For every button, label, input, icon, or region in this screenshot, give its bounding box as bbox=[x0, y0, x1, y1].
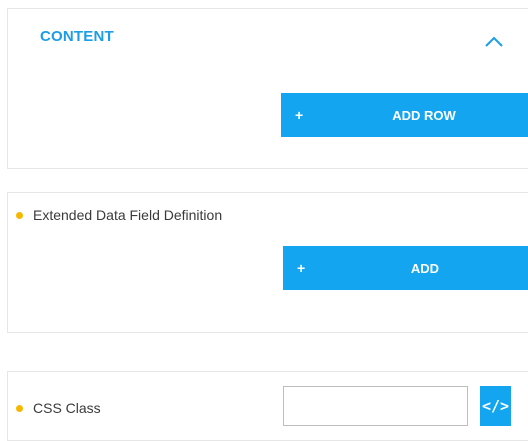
add-row-button[interactable]: + ADD ROW bbox=[281, 93, 528, 137]
required-dot-icon bbox=[16, 404, 23, 412]
code-icon: </> bbox=[481, 397, 510, 415]
code-editor-button[interactable]: </> bbox=[480, 386, 511, 426]
add-button-label: ADD bbox=[410, 260, 440, 276]
chevron-up-icon bbox=[485, 36, 503, 47]
add-row-button-label: ADD ROW bbox=[392, 107, 456, 123]
content-panel: CONTENT + ADD ROW bbox=[7, 8, 528, 169]
required-dot-icon bbox=[16, 211, 23, 219]
css-class-input[interactable] bbox=[283, 386, 468, 426]
content-section-title: CONTENT bbox=[40, 28, 114, 45]
extended-data-field-row: Extended Data Field Definition bbox=[16, 205, 222, 225]
css-class-label: CSS Class bbox=[33, 400, 101, 416]
css-class-row: CSS Class bbox=[16, 398, 101, 418]
collapse-button[interactable] bbox=[480, 31, 508, 51]
extended-data-field-label: Extended Data Field Definition bbox=[33, 207, 223, 223]
css-class-panel: CSS Class </> bbox=[7, 371, 528, 441]
extended-data-field-panel: Extended Data Field Definition + ADD bbox=[7, 192, 528, 333]
add-button[interactable]: + ADD bbox=[283, 246, 528, 290]
